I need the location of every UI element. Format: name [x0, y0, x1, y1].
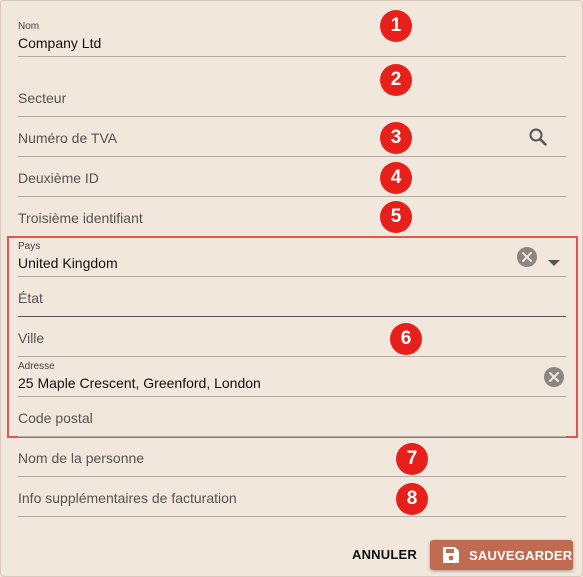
billing-info-placeholder: Info supplémentaires de facturation [18, 490, 237, 506]
contact-name-placeholder: Nom de la personne [18, 450, 145, 466]
annotation-badge-2: 2 [380, 64, 412, 96]
address-value: 25 Maple Crescent, Greenford, London [18, 375, 261, 391]
address-label: Adresse [18, 361, 55, 372]
annotation-badge-5: 5 [380, 201, 412, 233]
city-placeholder: Ville [18, 330, 45, 346]
floppy-disk-icon [442, 546, 460, 564]
annotation-badge-7: 7 [396, 443, 428, 475]
clear-address-icon[interactable] [544, 367, 564, 387]
vat-number-placeholder: Numéro de TVA [18, 130, 118, 146]
name-value: Company Ltd [18, 35, 102, 51]
third-id-field[interactable]: Troisième identifiant [18, 197, 566, 237]
caret-down-icon[interactable] [548, 254, 560, 272]
contact-name-field[interactable]: Nom de la personne [18, 437, 566, 477]
search-icon[interactable] [528, 127, 548, 152]
second-id-placeholder: Deuxième ID [18, 170, 99, 186]
annotation-badge-1: 1 [380, 10, 412, 42]
vat-number-field[interactable]: Numéro de TVA [18, 117, 566, 157]
clear-country-icon[interactable] [517, 247, 537, 267]
postal-code-field[interactable]: Code postal [18, 397, 566, 437]
country-label: Pays [18, 241, 41, 252]
save-button[interactable]: SAUVEGARDER [430, 540, 573, 570]
billing-info-field[interactable]: Info supplémentaires de facturation [18, 477, 566, 517]
second-id-field[interactable]: Deuxième ID [18, 157, 566, 197]
sector-field[interactable]: Secteur [18, 77, 566, 117]
annotation-badge-3: 3 [380, 122, 412, 154]
cancel-button[interactable]: ANNULER [346, 542, 423, 566]
state-field[interactable]: État [18, 277, 566, 317]
address-field[interactable]: Adresse 25 Maple Crescent, Greenford, Lo… [18, 357, 566, 397]
annotation-badge-8: 8 [396, 483, 428, 515]
country-value: United Kingdom [18, 255, 118, 271]
state-placeholder: État [18, 290, 43, 306]
annotation-badge-4: 4 [380, 162, 412, 194]
postal-code-placeholder: Code postal [18, 410, 93, 426]
country-field[interactable]: Pays United Kingdom [18, 237, 566, 277]
name-label: Nom [18, 21, 40, 32]
city-field[interactable]: Ville [18, 317, 566, 357]
third-id-placeholder: Troisième identifiant [18, 210, 143, 226]
name-field[interactable]: Nom Company Ltd [18, 17, 566, 57]
save-button-label: SAUVEGARDER [469, 547, 573, 563]
annotation-badge-6: 6 [390, 323, 422, 355]
sector-placeholder: Secteur [18, 90, 67, 106]
